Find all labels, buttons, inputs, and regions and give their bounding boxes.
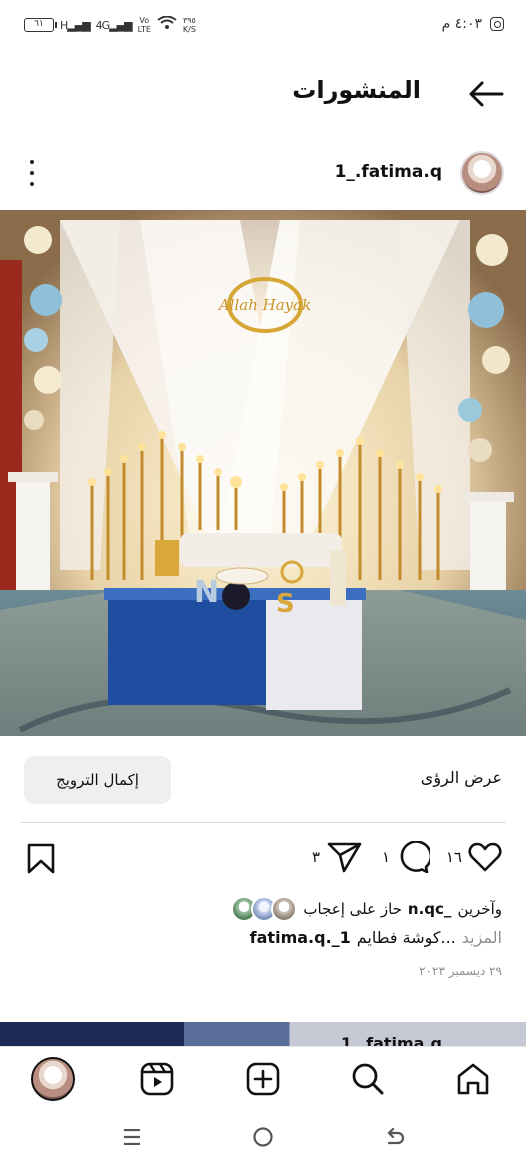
- recent-apps-icon[interactable]: ☰: [122, 1126, 142, 1151]
- post-header: 1_.fatima.q: [0, 148, 526, 198]
- top-header: المنشورات: [0, 70, 526, 120]
- network-4g-label: 4G: [95, 18, 110, 32]
- status-left: ٦١ H▂▄▆ 4G▂▄▆ Vo LTE ٣٩٥ K/S: [24, 15, 196, 34]
- search-icon: [352, 1063, 384, 1095]
- like-button[interactable]: ١٦: [446, 840, 502, 874]
- volte-icon: Vo LTE: [138, 16, 151, 34]
- comments-count: ١: [381, 848, 390, 866]
- nav-search[interactable]: [348, 1059, 388, 1099]
- liked-by-line[interactable]: حاز على إعجاب n.qc_ وآخرين: [231, 894, 502, 924]
- status-time: ٤:٠٣ م: [441, 16, 482, 32]
- signal-4g-icon: 4G▂▄▆: [95, 18, 133, 32]
- status-right: ٤:٠٣ م: [442, 16, 504, 32]
- post-username[interactable]: 1_.fatima.q: [335, 162, 442, 182]
- liker-avatar: [271, 896, 298, 922]
- save-button[interactable]: [26, 842, 56, 878]
- status-bar: ٦١ H▂▄▆ 4G▂▄▆ Vo LTE ٣٩٥ K/S ٤:٠٣ م: [0, 0, 526, 52]
- next-post-preview[interactable]: 1_.fatima.q: [0, 1022, 526, 1046]
- more-icon-dot: [30, 171, 34, 175]
- svg-text:S: S: [276, 589, 295, 619]
- shares-count: ٣: [311, 848, 320, 866]
- system-back-icon[interactable]: [384, 1126, 406, 1154]
- nav-reels[interactable]: [137, 1059, 177, 1099]
- share-icon: [327, 842, 362, 873]
- liker-avatars: [231, 896, 298, 922]
- page-title: المنشورات: [292, 76, 421, 104]
- caption-username[interactable]: fatima.q._1: [250, 928, 351, 947]
- battery-icon: ٦١: [24, 18, 57, 32]
- share-button[interactable]: ٣: [312, 840, 362, 874]
- liked-by-suffix: وآخرين: [457, 900, 502, 918]
- more-options-button[interactable]: [22, 160, 42, 186]
- instagram-notification-icon: [490, 17, 504, 31]
- comment-icon: [400, 841, 430, 873]
- network-h-label: H: [60, 18, 68, 32]
- caption-more-link[interactable]: المزيد: [462, 928, 502, 947]
- home-icon: [457, 1063, 489, 1095]
- svg-text:N: N: [194, 575, 219, 610]
- liked-by-prefix: حاز على إعجاب: [303, 900, 402, 918]
- add-icon: [246, 1062, 280, 1096]
- more-icon-dot: [30, 160, 34, 164]
- sign-text: Allah Hayak: [217, 296, 311, 314]
- heart-icon: [468, 842, 502, 872]
- speed-indicator: ٣٩٥ K/S: [183, 16, 196, 34]
- post-image[interactable]: Allah Hayak N S: [0, 210, 526, 736]
- nav-profile[interactable]: [31, 1057, 75, 1101]
- bottom-navigation: [0, 1046, 526, 1112]
- caption-text: كوشة فطايم...: [356, 928, 456, 947]
- volte-bottom: LTE: [137, 25, 151, 34]
- likes-count: ١٦: [445, 848, 462, 866]
- reels-icon: [140, 1062, 174, 1096]
- post-actions: ١٦ ١ ٣: [0, 838, 526, 878]
- event-decoration-photo: Allah Hayak N S: [0, 210, 526, 736]
- system-navigation: ☰: [0, 1112, 526, 1169]
- arrow-left-icon: [469, 81, 504, 107]
- liked-by-user[interactable]: n.qc_: [408, 900, 452, 918]
- post-date: ٢٩ ديسمبر ٢٠٢٣: [419, 964, 502, 978]
- signal-h-icon: H▂▄▆: [60, 18, 91, 32]
- view-insights-link[interactable]: عرض الرؤى: [421, 768, 502, 787]
- wifi-icon: [157, 15, 177, 34]
- post-caption: fatima.q._1 كوشة فطايم... المزيد: [250, 928, 502, 947]
- comment-button[interactable]: ١: [382, 840, 430, 874]
- post-avatar[interactable]: [460, 151, 504, 195]
- speed-unit: K/S: [182, 25, 196, 34]
- speed-value: ٣٩٥: [182, 16, 196, 25]
- home-circle-icon[interactable]: [252, 1126, 274, 1154]
- next-post-username: 1_.fatima.q: [340, 1034, 442, 1046]
- promotion-row: عرض الرؤى إكمال الترويج: [0, 754, 526, 806]
- volte-top: Vo: [139, 16, 150, 25]
- boost-post-button[interactable]: إكمال الترويج: [24, 756, 171, 804]
- nav-create[interactable]: [243, 1059, 283, 1099]
- nav-home[interactable]: [453, 1059, 493, 1099]
- divider: [20, 822, 506, 823]
- more-icon-dot: [30, 182, 34, 186]
- back-button[interactable]: [466, 78, 506, 110]
- bookmark-icon: [27, 843, 55, 874]
